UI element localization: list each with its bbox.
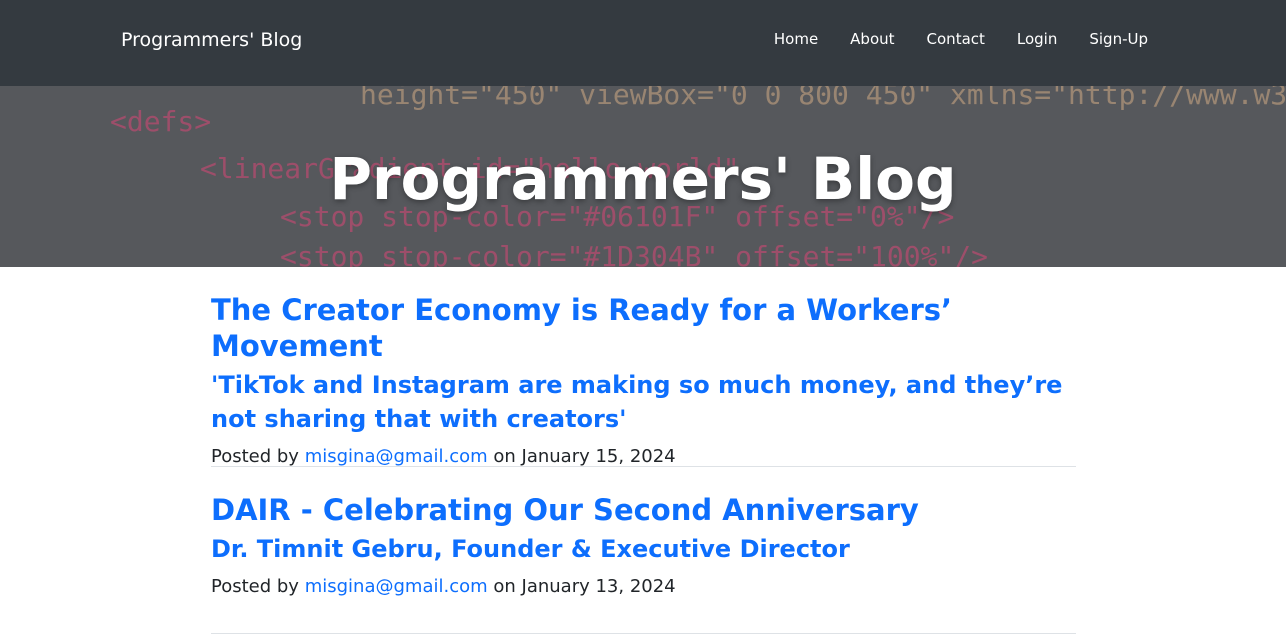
nav-signup-link[interactable]: Sign-Up bbox=[1089, 30, 1148, 48]
post-subtitle[interactable]: Dr. Timnit Gebru, Founder & Executive Di… bbox=[211, 532, 1076, 566]
post-author-link[interactable]: misgina@gmail.com bbox=[305, 446, 488, 467]
nav-links: Home About Contact Login Sign-Up bbox=[742, 30, 1148, 48]
nav-login-link[interactable]: Login bbox=[1017, 30, 1057, 48]
post-meta-prefix: Posted by bbox=[211, 576, 299, 597]
navbar: Programmers' Blog Home About Contact Log… bbox=[0, 0, 1286, 86]
nav-home-link[interactable]: Home bbox=[774, 30, 818, 48]
post-subtitle[interactable]: 'TikTok and Instagram are making so much… bbox=[211, 368, 1076, 436]
hero-banner: height="450" viewBox="0 0 800 450" xmlns… bbox=[0, 86, 1286, 267]
hero-title: Programmers' Blog bbox=[329, 145, 957, 213]
post-meta-date: on January 13, 2024 bbox=[493, 576, 676, 597]
post-divider bbox=[211, 466, 1076, 467]
post-meta: Posted by misgina@gmail.com on January 1… bbox=[211, 574, 1076, 600]
brand-link[interactable]: Programmers' Blog bbox=[121, 29, 302, 51]
post-title[interactable]: The Creator Economy is Ready for a Worke… bbox=[211, 292, 1076, 364]
nav-about-link[interactable]: About bbox=[850, 30, 894, 48]
post-meta-prefix: Posted by bbox=[211, 446, 299, 467]
post-divider bbox=[211, 633, 1076, 634]
post-preview-2: DAIR - Celebrating Our Second Anniversar… bbox=[211, 492, 1076, 600]
nav-contact-link[interactable]: Contact bbox=[927, 30, 985, 48]
post-preview-1: The Creator Economy is Ready for a Worke… bbox=[211, 292, 1076, 470]
post-meta-date: on January 15, 2024 bbox=[493, 446, 676, 467]
post-title[interactable]: DAIR - Celebrating Our Second Anniversar… bbox=[211, 492, 1076, 528]
post-author-link[interactable]: misgina@gmail.com bbox=[305, 576, 488, 597]
